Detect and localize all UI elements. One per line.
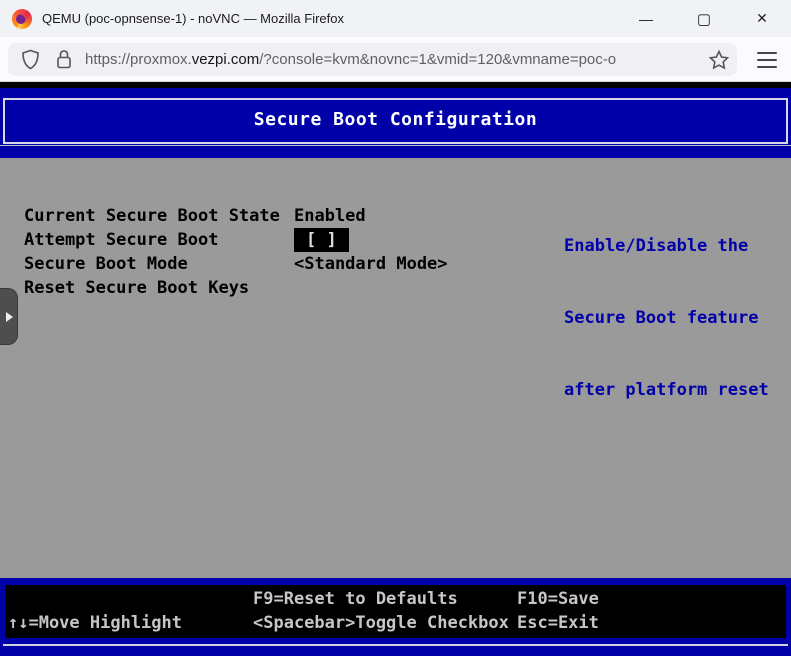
close-button[interactable]: ✕: [733, 0, 791, 37]
hint-reset-defaults: F9=Reset to Defaults: [253, 587, 458, 611]
shield-icon[interactable]: [21, 49, 40, 70]
bios-help-text: Enable/Disable the Secure Boot feature a…: [564, 186, 769, 450]
lock-icon[interactable]: [55, 49, 73, 70]
bios-menu: Current Secure Boot StateEnabled Attempt…: [24, 204, 448, 300]
url-text[interactable]: https://proxmox.vezpi.com/?console=kvm&n…: [85, 51, 737, 68]
url-domain: vezpi.com: [192, 51, 260, 68]
attempt-secure-boot-checkbox[interactable]: [ ]: [294, 228, 349, 252]
menu-item-label: Attempt Secure Boot: [24, 228, 294, 252]
hamburger-menu-icon[interactable]: [753, 47, 781, 72]
expand-arrow-icon: [6, 312, 13, 322]
help-line: Enable/Disable the: [564, 234, 769, 258]
url-prefix: https://proxmox.: [85, 51, 192, 68]
hint-toggle-checkbox: <Spacebar>Toggle Checkbox: [253, 611, 509, 635]
novnc-console[interactable]: Secure Boot Configuration Current Secure…: [0, 82, 791, 656]
bios-footer: F9=Reset to Defaults F10=Save ↑↓=Move Hi…: [0, 578, 791, 656]
firefox-logo-icon: [12, 9, 32, 29]
bookmark-star-icon[interactable]: [708, 49, 730, 71]
help-line: Secure Boot feature: [564, 306, 769, 330]
window-controls: — ▢ ✕: [617, 0, 791, 37]
window-titlebar: QEMU (poc-opnsense-1) - noVNC — Mozilla …: [0, 0, 791, 37]
menu-item-value: <Standard Mode>: [294, 252, 448, 276]
menu-item-attempt-secure-boot[interactable]: Attempt Secure Boot[ ]: [24, 228, 448, 252]
novnc-control-bar-handle[interactable]: [0, 288, 18, 345]
maximize-button[interactable]: ▢: [675, 0, 733, 37]
help-line: after platform reset: [564, 378, 769, 402]
header-blue-strip: [0, 146, 791, 158]
window-title: QEMU (poc-opnsense-1) - noVNC — Mozilla …: [42, 11, 344, 26]
menu-item-value: Enabled: [294, 204, 366, 228]
url-path: /?console=kvm&novnc=1&vmid=120&vmname=po…: [259, 51, 616, 68]
bios-key-hints: F9=Reset to Defaults F10=Save ↑↓=Move Hi…: [5, 585, 786, 638]
menu-item-secure-boot-mode[interactable]: Secure Boot Mode<Standard Mode>: [24, 252, 448, 276]
hint-move-highlight: ↑↓=Move Highlight: [8, 611, 182, 635]
minimize-button[interactable]: —: [617, 0, 675, 37]
url-bar[interactable]: https://proxmox.vezpi.com/?console=kvm&n…: [8, 43, 737, 76]
bios-page-title: Secure Boot Configuration: [3, 98, 788, 144]
firefox-window: QEMU (poc-opnsense-1) - noVNC — Mozilla …: [0, 0, 791, 656]
hint-exit: Esc=Exit: [517, 611, 599, 635]
browser-navbar: https://proxmox.vezpi.com/?console=kvm&n…: [0, 37, 791, 82]
menu-item-label: Secure Boot Mode: [24, 252, 294, 276]
hint-save: F10=Save: [517, 587, 599, 611]
menu-item-label: Current Secure Boot State: [24, 204, 294, 228]
menu-item-reset-secure-boot-keys[interactable]: Reset Secure Boot Keys: [24, 276, 448, 300]
menu-item-label: Reset Secure Boot Keys: [24, 276, 294, 300]
footer-separator: [3, 644, 788, 646]
menu-item-current-secure-boot-state: Current Secure Boot StateEnabled: [24, 204, 448, 228]
